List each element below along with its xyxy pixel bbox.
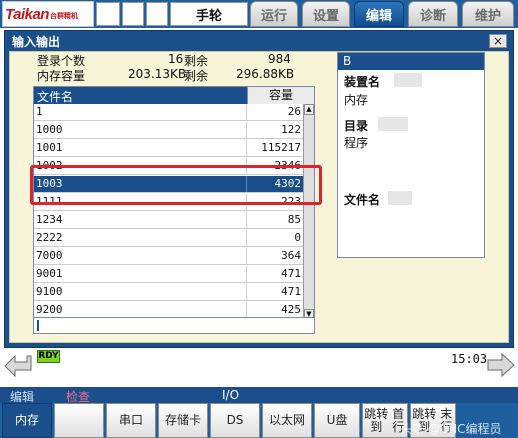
column-divider [246,104,247,120]
column-divider [246,266,247,282]
column-header-size: 容量 [247,87,314,104]
tab-run[interactable]: 运行 [250,1,298,27]
column-divider [246,284,247,300]
softkey-ethernet[interactable]: 以太网 [262,403,312,438]
file-row[interactable]: 1 26 [34,104,303,121]
file-size-cell: 85 [287,213,301,226]
file-name-cell: 1001 [36,141,63,154]
file-name-cell: 2222 [36,231,63,244]
file-row[interactable]: 9100 471 [34,284,303,301]
memory-capacity-label: 内存容量 [37,69,86,83]
file-row[interactable]: 2222 0 [34,230,303,247]
file-size-cell: 115217 [261,141,301,154]
status-slot-2 [122,2,144,26]
file-name-cell: 9100 [36,285,63,298]
column-divider [246,302,247,318]
memory-capacity-value: 203.13KB [128,67,187,81]
watermark-text: 头条 @CNC编程员 [400,422,502,436]
tab-edit[interactable]: 编辑 [354,1,404,27]
file-name-cell: 7000 [36,249,63,262]
file-list-header: 文件名 容量 [34,87,314,104]
softkey-usb[interactable]: U盘 [314,403,360,438]
column-divider [246,230,247,246]
file-name-label: 文件名 [344,193,381,207]
column-header-filename: 文件名 [37,90,74,104]
next-arrow-icon[interactable] [484,352,516,378]
close-button[interactable]: × [489,34,507,48]
brand-logo: Taikan 台群精机 [2,1,94,27]
device-info-panel: B 装置名 内存 目录 程序 文件名 [337,52,485,258]
io-group-label: I/O [222,388,240,402]
softkey-blank[interactable] [54,403,104,438]
tab-maintenance[interactable]: 维护 [462,1,514,27]
file-size-cell: 0 [294,231,301,244]
mode-indicator: 手轮 [170,2,248,26]
directory-value: 程序 [344,136,369,150]
device-name-field [394,73,422,87]
return-arrow-icon[interactable] [3,352,35,378]
directory-label: 目录 [344,119,369,133]
logo-brand: Taikan [5,5,49,23]
file-list-scrollbar[interactable]: ▲ ▼ [303,104,314,320]
file-row[interactable]: 1234 85 [34,212,303,229]
input-caret [37,320,39,331]
device-name-label: 装置名 [344,75,381,89]
file-row[interactable]: 7000 364 [34,248,303,265]
column-divider [246,212,247,228]
remain-value-2: 296.88KB [236,67,295,81]
softkey-memory-card[interactable]: 存储卡 [158,403,208,438]
directory-field [378,117,408,131]
device-name-value: 内存 [344,93,369,107]
remain-label-2: 剩余 [184,69,209,83]
status-area [0,349,518,387]
file-name-cell: 1234 [36,213,63,226]
tab-diagnosis[interactable]: 诊断 [408,1,458,27]
file-row[interactable]: 1000 122 [34,122,303,139]
filename-input[interactable] [33,317,315,334]
clock-time: 15:03 [451,352,488,366]
status-slot-1 [96,2,120,26]
file-row[interactable]: 1001 115217 [34,140,303,157]
file-size-cell: 471 [281,267,301,280]
file-name-cell: 1 [36,105,43,118]
logo-sub: 台群精机 [49,12,78,20]
registered-count-value: 16 [168,52,184,66]
column-divider [246,140,247,156]
file-name-field [388,191,412,205]
device-info-title: B [338,53,484,70]
column-divider [246,122,247,138]
file-size-cell: 425 [281,303,301,316]
file-name-cell: 1000 [36,123,63,136]
column-divider [246,248,247,264]
softkey-serial[interactable]: 串口 [106,403,156,438]
file-row[interactable]: 9001 471 [34,266,303,283]
scroll-up-arrow-icon[interactable]: ▲ [304,104,314,115]
softkey-ds[interactable]: DS [210,403,260,438]
file-size-cell: 364 [281,249,301,262]
file-size-cell: 26 [287,105,301,118]
file-size-cell: 122 [281,123,301,136]
file-size-cell: 471 [281,285,301,298]
file-name-cell: 9200 [36,303,63,316]
ready-indicator: RDY [37,350,60,363]
softkey-memory[interactable]: 内存 [2,403,52,438]
highlight-annotation-box [30,165,322,205]
tab-settings[interactable]: 设置 [302,1,350,27]
window-title: 输入输出 [12,35,61,49]
status-slot-3 [146,2,168,26]
file-name-cell: 9001 [36,267,63,280]
remain-value-1: 984 [268,52,291,66]
